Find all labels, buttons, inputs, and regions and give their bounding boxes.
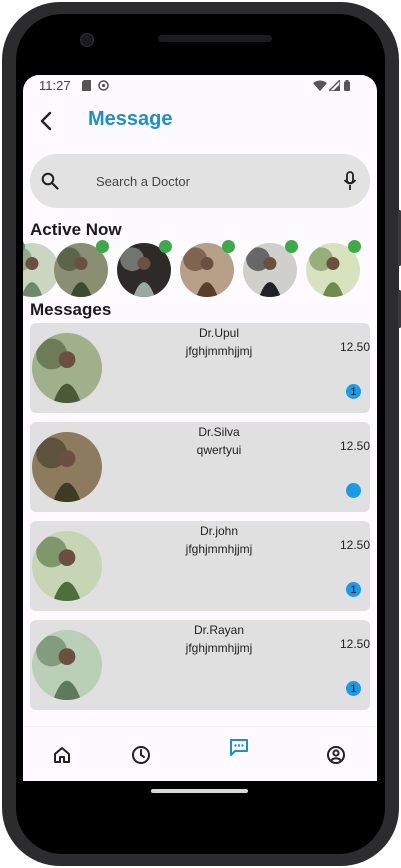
- unread-badge: [346, 483, 361, 498]
- message-preview: qwertyui: [196, 443, 242, 457]
- search-input[interactable]: [96, 171, 316, 191]
- nav-clock-button[interactable]: [127, 741, 155, 769]
- message-preview: jfghjmmhjjmj: [185, 542, 253, 556]
- chat-icon: [225, 737, 253, 757]
- signal-icon: [329, 80, 340, 91]
- home-icon: [48, 745, 76, 765]
- media-icon: [98, 80, 109, 91]
- message-time: 12.50: [339, 538, 370, 552]
- battery-icon: [344, 80, 350, 91]
- avatar: [32, 432, 102, 502]
- app-screen: 11:27 Message Active Now Messages Dr.Upu…: [23, 75, 377, 781]
- online-indicator: [285, 240, 298, 253]
- messages-heading: Messages: [30, 300, 112, 319]
- active-now-list: [23, 240, 377, 301]
- active-contact[interactable]: [243, 240, 298, 297]
- sender-name: Dr.john: [199, 524, 239, 538]
- earpiece-speaker: [158, 35, 272, 42]
- sender-name: Dr.Rayan: [193, 623, 245, 637]
- sender-name: Dr.Silva: [198, 425, 240, 439]
- profile-icon: [322, 745, 350, 765]
- online-indicator: [222, 240, 235, 253]
- avatar: [32, 333, 102, 403]
- search-bar[interactable]: [30, 154, 370, 208]
- back-arrow-icon[interactable]: [33, 108, 59, 134]
- message-preview: jfghjmmhjjmj: [185, 641, 253, 655]
- message-time: 12.50: [339, 637, 370, 651]
- active-contact[interactable]: [180, 240, 235, 297]
- active-contact[interactable]: [117, 240, 172, 297]
- nav-profile-button[interactable]: [322, 741, 350, 769]
- front-camera: [80, 33, 94, 47]
- wifi-icon: [313, 80, 327, 91]
- active-now-heading: Active Now: [30, 220, 122, 239]
- microphone-icon[interactable]: [343, 171, 357, 191]
- page-title: Message: [88, 108, 173, 130]
- unread-badge: 1: [346, 681, 361, 696]
- online-indicator: [96, 240, 109, 253]
- sim-card-icon: [82, 80, 91, 91]
- unread-badge: 1: [346, 582, 361, 597]
- nav-chat-button[interactable]: [225, 733, 253, 761]
- message-item[interactable]: Dr.Silva qwertyui 12.50: [30, 422, 370, 512]
- online-indicator: [159, 240, 172, 253]
- message-item[interactable]: Dr.Rayan jfghjmmhjjmj 12.50 1: [30, 620, 370, 710]
- active-contact[interactable]: [54, 240, 109, 297]
- message-preview: jfghjmmhjjmj: [185, 344, 253, 358]
- active-contact[interactable]: [306, 240, 361, 297]
- app-header: Message: [23, 97, 377, 145]
- avatar: [32, 630, 102, 700]
- status-time: 11:27: [39, 78, 71, 93]
- home-indicator[interactable]: [151, 789, 248, 793]
- avatar: [32, 531, 102, 601]
- message-item[interactable]: Dr.john jfghjmmhjjmj 12.50 1: [30, 521, 370, 611]
- online-indicator: [348, 240, 361, 253]
- status-bar: 11:27: [23, 75, 377, 97]
- clock-icon: [127, 745, 155, 765]
- bottom-navigation: [23, 726, 377, 781]
- message-time: 12.50: [339, 439, 370, 453]
- search-icon: [41, 172, 59, 190]
- unread-badge: 1: [346, 384, 361, 399]
- message-item[interactable]: Dr.Upul jfghjmmhjjmj 12.50 1: [30, 323, 370, 413]
- message-time: 12.50: [339, 340, 370, 354]
- nav-home-button[interactable]: [48, 741, 76, 769]
- sender-name: Dr.Upul: [198, 326, 239, 340]
